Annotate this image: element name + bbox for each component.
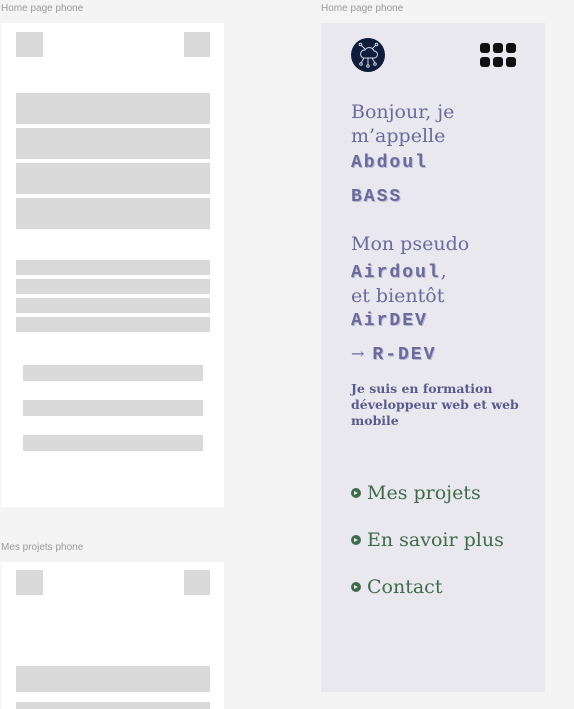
chevron-right-circle-icon — [351, 488, 361, 498]
wireframe-nav-bar — [23, 400, 203, 416]
arrow-right-icon: → — [351, 344, 365, 363]
soon-text: et bientôt — [351, 285, 445, 307]
nav-link-mes-projets[interactable]: Mes projets — [351, 482, 481, 504]
last-name: BASS — [351, 187, 403, 207]
rdev-line: → R-DEV — [351, 344, 436, 365]
frame-label-home-left: Home page phone — [1, 3, 84, 14]
chevron-right-circle-icon — [351, 535, 361, 545]
frame-label-mes-projets: Mes projets phone — [1, 542, 84, 553]
greeting-line-2: m’appelle — [351, 125, 446, 147]
nav-label: Contact — [367, 576, 443, 598]
wireframe-text-block — [16, 93, 210, 124]
nav-label: En savoir plus — [367, 529, 504, 551]
nav-link-contact[interactable]: Contact — [351, 576, 442, 598]
grid-menu-icon[interactable] — [480, 43, 516, 67]
description-text: Je suis en formation développeur web et … — [351, 381, 519, 428]
wireframe-logo-placeholder — [16, 32, 43, 57]
wireframe-menu-placeholder — [184, 570, 210, 595]
wireframe-nav-bar — [23, 435, 203, 451]
wireframe-line — [16, 279, 210, 294]
home-page-phone: Bonjour, je m’appelle Abdoul BASS Mon ps… — [321, 23, 545, 692]
pseudo-intro: Mon pseudo — [351, 233, 470, 255]
wireframe-text-block — [16, 198, 210, 229]
wireframe-text-block — [16, 128, 210, 159]
pseudo-line: Airdoul, — [351, 259, 447, 283]
rdev-name: R-DEV — [372, 345, 437, 365]
wireframe-menu-placeholder — [184, 32, 210, 57]
wireframe-line — [16, 260, 210, 275]
greeting: Bonjour, je m’appelle — [351, 100, 454, 148]
wireframe-text-block — [16, 666, 210, 692]
wireframe-mes-projets-page — [1, 562, 224, 709]
wireframe-line — [16, 702, 210, 709]
wireframe-line — [16, 317, 210, 332]
first-name: Abdoul — [351, 153, 428, 173]
nav-label: Mes projets — [367, 482, 481, 504]
wireframe-line — [16, 298, 210, 313]
wireframe-text-block — [16, 163, 210, 194]
dev-name: AirDEV — [351, 311, 428, 331]
nav-link-en-savoir-plus[interactable]: En savoir plus — [351, 529, 504, 551]
cloud-circuit-logo-icon[interactable] — [351, 38, 385, 72]
greeting-line-1: Bonjour, je — [351, 101, 455, 123]
wireframe-home-page — [1, 23, 224, 507]
wireframe-logo-placeholder — [16, 570, 43, 595]
pseudo-comma: , — [440, 260, 447, 282]
frame-label-home-right: Home page phone — [321, 3, 404, 14]
pseudo-name: Airdoul — [351, 263, 441, 283]
wireframe-nav-bar — [23, 365, 203, 381]
chevron-right-circle-icon — [351, 582, 361, 592]
